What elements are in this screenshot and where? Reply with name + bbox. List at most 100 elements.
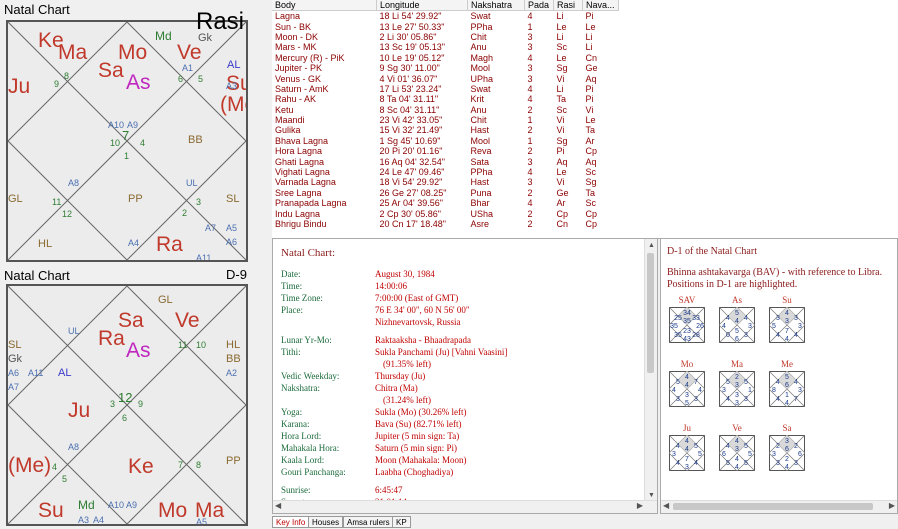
planet-label[interactable]: Md [155, 30, 172, 42]
column-header-navamsa[interactable]: Nava... [582, 0, 619, 11]
planet-label[interactable]: HL [226, 339, 240, 351]
bav-mini-chart[interactable]: 44 543 574 43 [669, 435, 705, 471]
planet-label[interactable]: A6 [226, 237, 237, 247]
tab-amsa-rulers[interactable]: Amsa rulers [343, 516, 394, 528]
column-header-pada[interactable]: Pada [524, 0, 554, 11]
scroll-thumb[interactable] [673, 503, 873, 510]
planet-label[interactable]: As [126, 72, 151, 93]
planet-label[interactable]: Md [78, 499, 95, 511]
key-info-panel[interactable]: Natal Chart: Date: August 30, 1984 Time: 14… [272, 238, 658, 514]
ashtakavarga-panel[interactable]: D-1 of the Natal Chart Bhinna ashtakavar… [660, 238, 898, 514]
planet-label[interactable]: UL [68, 326, 80, 336]
table-row[interactable]: Sun - BK 13 Le 27' 50.33" PPha 1 Le Le [272, 21, 618, 32]
column-header-rasi[interactable]: Rasi [553, 0, 583, 11]
planet-label[interactable]: Ra [156, 234, 183, 255]
planet-label[interactable]: AL [58, 367, 71, 379]
planet-label[interactable]: UL [186, 178, 198, 188]
rasi-chart[interactable]: KeMaMoSaAsVeMdGkJuSu(Me)ALA3A1A10A9BBA8U… [6, 20, 248, 262]
table-row[interactable]: Jupiter - PK 9 Sg 30' 11.00" Mool 3 Sg Ge [272, 63, 618, 73]
bav-mini-chart[interactable]: 54 468 314 74 [769, 371, 805, 407]
bav-horizontal-scrollbar[interactable]: ◀ ▶ [661, 500, 897, 513]
planet-label[interactable]: BB [188, 134, 203, 146]
planet-label[interactable]: A11 [28, 368, 43, 378]
column-header-nakshatra[interactable]: Nakshatra [467, 0, 525, 11]
bav-mini-chart[interactable]: 25 533 134 33 [719, 371, 755, 407]
planet-label[interactable]: GL [158, 294, 173, 306]
tab-kp[interactable]: KP [392, 516, 411, 528]
planet-label[interactable]: Ju [8, 76, 30, 97]
planet-label[interactable]: Ju [68, 400, 90, 421]
table-row[interactable]: Lagna 18 Li 54' 29.92" Swat 4 Li Pi [272, 11, 618, 22]
table-row[interactable]: Bhrigu Bindu 20 Cn 17' 18.48" Asre 2 Cn Cp [272, 219, 618, 229]
column-header-body[interactable]: Body [272, 0, 377, 11]
planet-label[interactable]: Sa [98, 60, 124, 81]
planet-label[interactable]: A7 [205, 223, 216, 233]
table-row[interactable]: Mars - MK 13 Sc 19' 05.13" Anu 3 Sc Li [272, 42, 618, 52]
table-row[interactable]: Gulika 15 Vi 32' 21.49" Hast 2 Vi Ta [272, 125, 618, 135]
planet-label[interactable]: A11 [196, 253, 211, 260]
planet-label[interactable]: SL [226, 193, 239, 205]
planet-label[interactable]: (Me) [220, 94, 246, 115]
table-row[interactable]: Varnada Lagna 18 Vi 54' 29.92" Hast 3 Vi Sg [272, 177, 618, 187]
table-row[interactable]: Rahu - AK 8 Ta 04' 31.11" Krit 4 Ta Pi [272, 94, 618, 104]
table-row[interactable]: Ketu 8 Sc 04' 31.11" Anu 2 Sc Vi [272, 105, 618, 115]
planet-label[interactable]: SL [8, 339, 21, 351]
planet-label[interactable]: As [126, 340, 151, 361]
planet-label[interactable]: Mo [158, 500, 187, 521]
table-row[interactable]: Hora Lagna 20 Pi 20' 01.16" Reva 2 Pi Cp [272, 146, 618, 156]
scroll-left-arrow-icon[interactable]: ◀ [275, 501, 281, 510]
planet-label[interactable]: A4 [93, 515, 104, 524]
d9-chart[interactable]: GL UL Ra Sa As Ve SL Gk A6 A11 AL A7 HL BB A2 Ju A8 PP (Me… [6, 284, 248, 526]
column-header-longitude[interactable]: Longitude [376, 0, 468, 11]
planet-label[interactable]: A8 [68, 442, 79, 452]
planet-label[interactable]: Ma [58, 42, 87, 63]
tab-key-info[interactable]: Key Info [272, 516, 310, 528]
planet-label[interactable]: Sa [118, 310, 144, 331]
planet-positions-table[interactable]: Body Longitude Nakshatra Pada Rasi Nava.… [272, 0, 898, 239]
planet-label[interactable]: A3 [226, 81, 237, 91]
bav-mini-chart[interactable]: 43 335 374 44 [769, 307, 805, 343]
info-horizontal-scrollbar[interactable]: ◀ ▶ [273, 500, 657, 513]
bav-mini-chart[interactable]: 3425 333535 262335 2843 [669, 307, 705, 343]
planet-label[interactable]: A3 [78, 515, 89, 524]
planet-label[interactable]: A7 [8, 382, 19, 392]
info-vertical-scrollbar[interactable]: ▲ ▼ [644, 239, 657, 513]
tab-houses[interactable]: Houses [308, 516, 344, 528]
planet-label[interactable]: (Me) [8, 455, 51, 476]
table-row[interactable]: Pranapada Lagna 25 Ar 04' 39.56" Bhar 4 Ar Sc [272, 198, 618, 208]
scroll-left-arrow-icon[interactable]: ◀ [663, 501, 669, 510]
table-row[interactable]: Maandi 23 Vi 42' 33.05" Chit 1 Vi Le [272, 115, 618, 125]
planet-label[interactable]: A1 [182, 63, 193, 73]
table-row[interactable]: Indu Lagna 2 Cp 30' 05.86" USha 2 Cp Cp [272, 208, 618, 219]
bav-mini-chart[interactable]: 45 744 433 35 [669, 371, 705, 407]
table-row[interactable]: Ghati Lagna 16 Aq 04' 32.54" Sata 3 Aq Aq [272, 156, 618, 167]
scroll-right-arrow-icon[interactable]: ▶ [637, 501, 643, 510]
planet-label[interactable]: Ke [128, 456, 154, 477]
table-row[interactable]: Saturn - AmK 17 Li 53' 23.24" Swat 4 Li Pi [272, 84, 618, 94]
planet-label[interactable]: HL [38, 238, 52, 250]
scroll-down-arrow-icon[interactable]: ▼ [648, 491, 655, 499]
planet-label[interactable]: Ve [177, 42, 202, 63]
planet-label[interactable]: A8 [68, 178, 79, 188]
planet-label[interactable]: A10 [108, 500, 124, 510]
planet-label[interactable]: PP [226, 455, 241, 467]
planet-label[interactable]: Su [38, 500, 64, 521]
planet-label[interactable]: AL [227, 59, 240, 71]
table-row[interactable]: Mercury (R) - PiK 10 Le 19' 05.12" Magh 4 Le… [272, 53, 618, 63]
bav-mini-chart[interactable]: 54 444 350 36 [719, 307, 755, 343]
table-row[interactable]: Venus - GK 4 Vi 01' 36.07" UPha 3 Vi Aq [272, 73, 618, 84]
table-row[interactable]: Bhava Lagna 1 Sg 45' 10.69" Mool 1 Sg Ar [272, 136, 618, 146]
planet-label[interactable]: A5 [226, 223, 237, 233]
bav-mini-chart[interactable]: 32 263 623 34 [769, 435, 805, 471]
planet-label[interactable]: A4 [128, 238, 139, 248]
planet-label[interactable]: A2 [226, 368, 237, 378]
planet-label[interactable]: A9 [126, 500, 137, 510]
table-row[interactable]: Moon - DK 2 Li 30' 05.86" Chit 3 Li Li [272, 32, 618, 42]
planet-label[interactable]: GL [8, 193, 23, 205]
scroll-right-arrow-icon[interactable]: ▶ [889, 501, 895, 510]
planet-label[interactable]: PP [128, 193, 143, 205]
planet-label[interactable]: BB [226, 353, 241, 365]
planet-label[interactable]: A6 [8, 368, 19, 378]
bav-mini-chart[interactable]: 44 536 545 54 [719, 435, 755, 471]
planet-label[interactable]: Ve [175, 310, 200, 331]
